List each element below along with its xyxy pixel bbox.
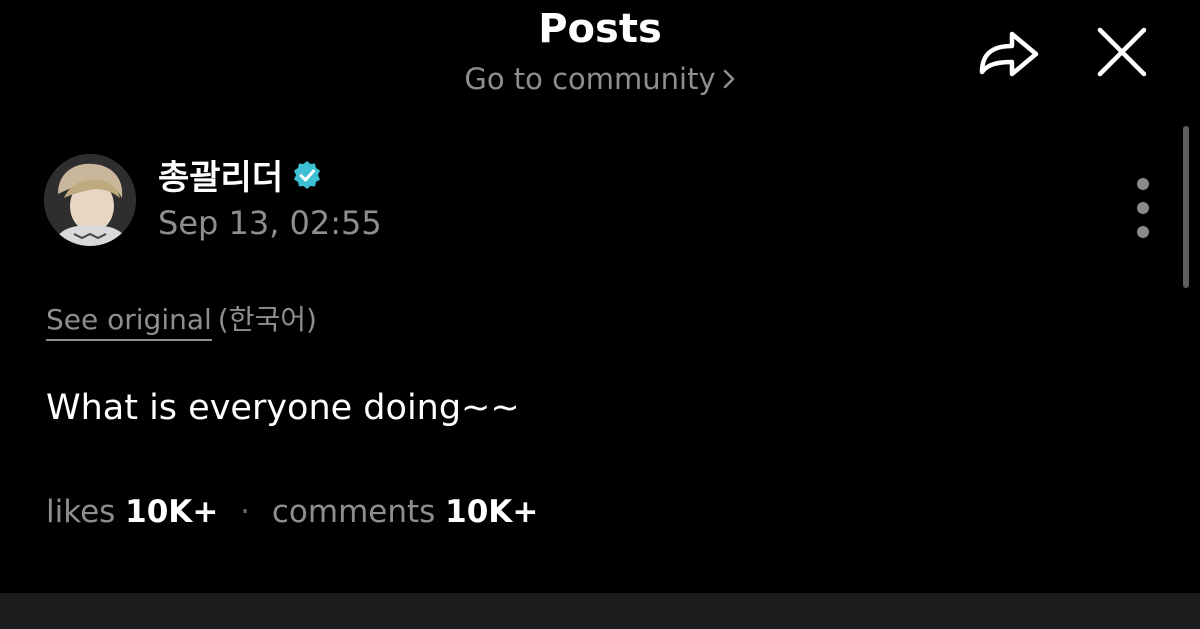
original-language-label: (한국어) <box>217 303 317 336</box>
avatar[interactable] <box>44 154 136 246</box>
close-button[interactable] <box>1094 24 1150 80</box>
see-original-link[interactable]: See original <box>46 303 212 341</box>
author-name[interactable]: 총괄리더 <box>158 150 323 199</box>
more-dot-icon <box>1137 178 1149 190</box>
likes-count[interactable]: 10K+ <box>125 494 218 530</box>
comments-count[interactable]: 10K+ <box>445 494 538 530</box>
bottom-bar <box>0 593 1200 629</box>
post-body-text: What is everyone doing~~ <box>46 388 520 428</box>
comments-label: comments <box>271 494 436 530</box>
translation-row: See original (한국어) <box>46 298 317 341</box>
likes-label: likes <box>46 494 116 530</box>
avatar-photo <box>44 154 136 246</box>
more-options-button[interactable] <box>1128 178 1158 238</box>
more-dot-icon <box>1137 226 1149 238</box>
stats-separator: · <box>240 494 251 530</box>
verified-badge-icon <box>291 159 323 191</box>
author-name-label: 총괄리더 <box>158 158 284 198</box>
scrollbar[interactable] <box>1183 126 1189 288</box>
close-icon <box>1097 27 1147 77</box>
community-link-label: Go to community <box>464 62 716 96</box>
post-stats: likes 10K+ · comments 10K+ <box>46 494 538 530</box>
post-timestamp: Sep 13, 02:55 <box>158 204 382 242</box>
chevron-right-icon <box>722 64 736 98</box>
share-arrow-icon <box>979 31 1039 77</box>
more-dot-icon <box>1137 202 1149 214</box>
share-button[interactable] <box>974 24 1044 80</box>
header-bar: Posts Go to community <box>0 0 1200 110</box>
